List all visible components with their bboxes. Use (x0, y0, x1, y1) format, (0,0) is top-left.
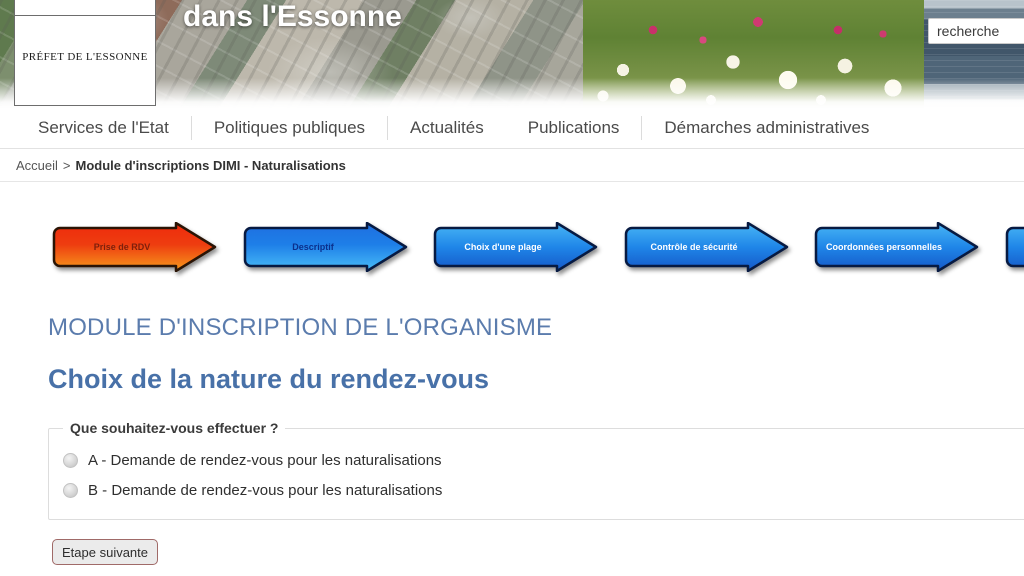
radio-button-icon[interactable] (63, 482, 78, 498)
breadcrumb-current: Module d'inscriptions DIMI - Naturalisat… (75, 157, 346, 173)
module-supertitle: MODULE D'INSCRIPTION DE L'ORGANISME (48, 314, 553, 341)
page-root: PRÉFET DE L'ESSONNE dans l'Essonne Servi… (0, 0, 1024, 576)
radio-option-label: A - Demande de rendez-vous pour les natu… (88, 451, 442, 469)
step-arrow-controle-de-securite[interactable]: Contrôle de sécurité (624, 222, 790, 272)
logo-label: PRÉFET DE L'ESSONNE (22, 51, 148, 63)
radio-option-a[interactable]: A - Demande de rendez-vous pour les natu… (49, 445, 1024, 475)
radio-button-icon[interactable] (63, 452, 78, 468)
page-title: Choix de la nature du rendez-vous (48, 364, 490, 394)
nav-item-demarches-administratives[interactable]: Démarches administratives (642, 118, 891, 138)
site-banner: PRÉFET DE L'ESSONNE dans l'Essonne (0, 0, 1024, 108)
main-navigation: Services de l'Etat Politiques publiques … (0, 108, 1024, 149)
breadcrumb: Accueil > Module d'inscriptions DIMI - N… (0, 149, 1024, 182)
radio-option-label: B - Demande de rendez-vous pour les natu… (88, 481, 443, 499)
step-arrow-prise-de-rdv[interactable]: Prise de RDV (52, 222, 218, 272)
next-step-button[interactable]: Etape suivante (52, 539, 159, 565)
nav-item-services-de-l-etat[interactable]: Services de l'Etat (0, 118, 191, 138)
breadcrumb-separator: > (62, 157, 71, 173)
prefecture-logo: PRÉFET DE L'ESSONNE (14, 0, 156, 106)
step-arrow-next-partial[interactable] (1005, 222, 1024, 272)
fieldset-legend: Que souhaitez-vous effectuer ? (63, 420, 286, 436)
step-progress-bar: Prise de RDV Descriptif Choix d'une plag… (0, 222, 1024, 276)
banner-title: dans l'Essonne (183, 0, 402, 33)
nav-item-actualites[interactable]: Actualités (388, 118, 506, 138)
radio-option-b[interactable]: B - Demande de rendez-vous pour les natu… (49, 475, 1024, 505)
step-arrow-coordonnees-personnelles[interactable]: Coordonnées personnelles (814, 222, 980, 272)
nav-item-politiques-publiques[interactable]: Politiques publiques (192, 118, 387, 138)
search-input[interactable] (928, 18, 1024, 44)
breadcrumb-home[interactable]: Accueil (0, 158, 58, 173)
nav-item-publications[interactable]: Publications (506, 118, 642, 138)
rose-garden-photo (583, 0, 924, 108)
logo-divider (15, 15, 155, 16)
appointment-type-fieldset: Que souhaitez-vous effectuer ? A - Deman… (48, 420, 1024, 520)
step-arrow-descriptif[interactable]: Descriptif (243, 222, 409, 272)
river-photo (924, 0, 1024, 108)
step-arrow-choix-dune-plage[interactable]: Choix d'une plage (433, 222, 599, 272)
